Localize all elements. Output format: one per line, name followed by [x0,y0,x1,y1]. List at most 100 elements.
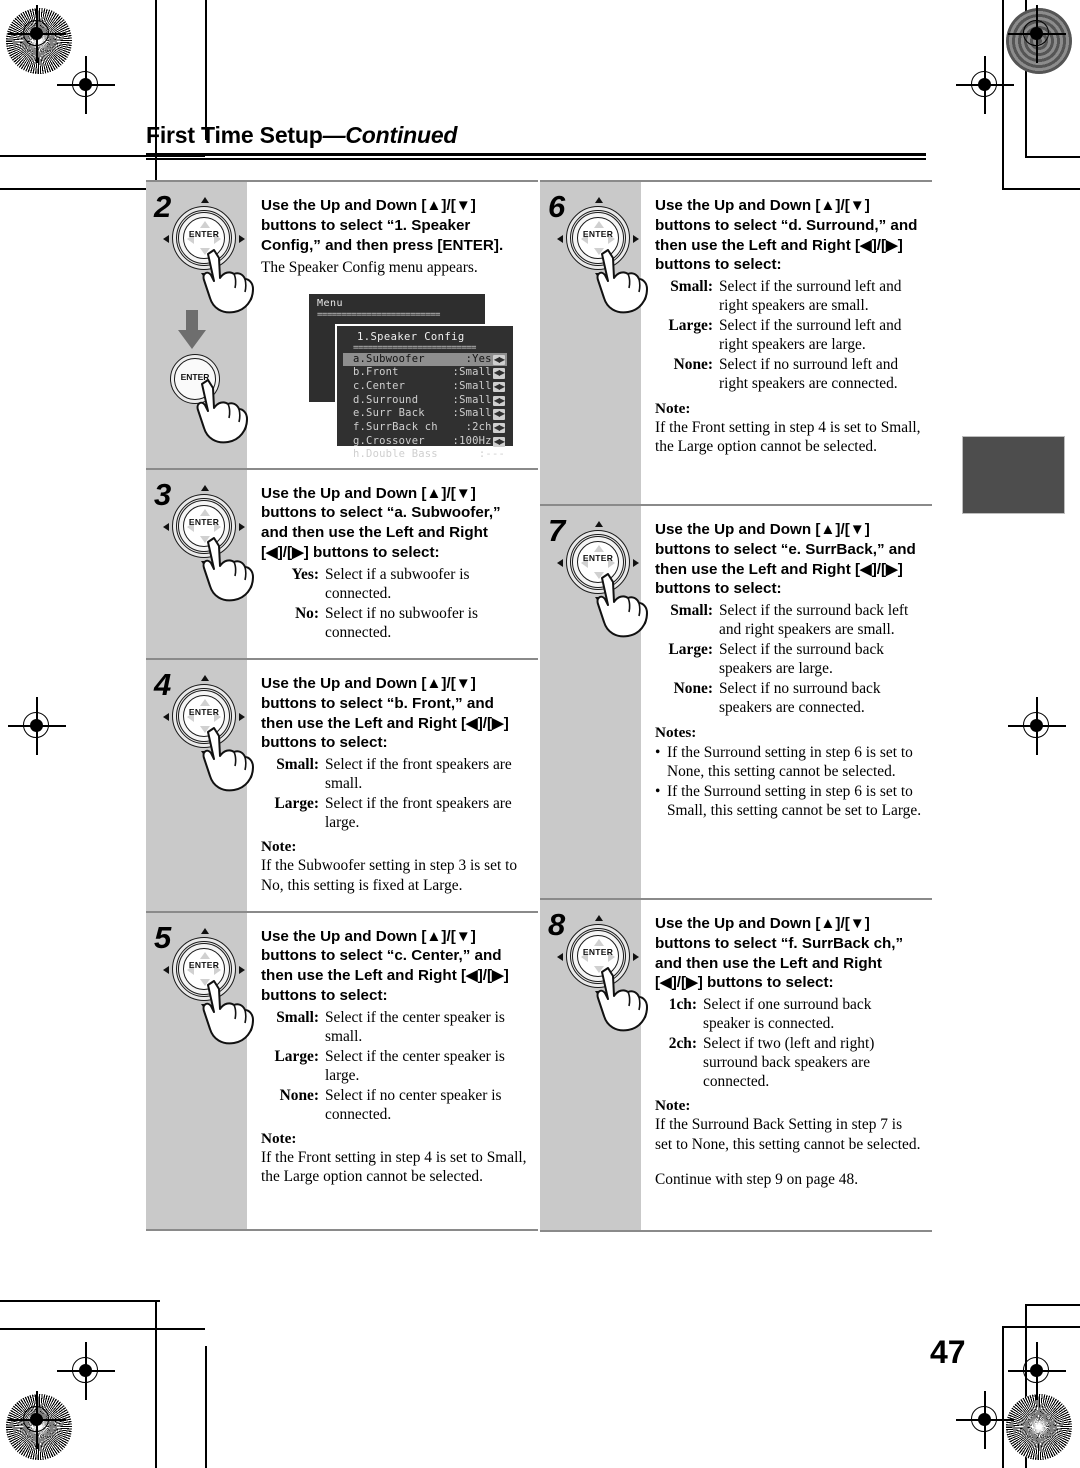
step-6: 6 ENTER Use the Up and Down [▲]/[▼] butt… [540,180,932,504]
step-4-note-heading: Note: [261,838,297,856]
dial-left-tick-icon [163,235,169,243]
dial-enter-label: ENTER [188,516,220,527]
osd-left-right-indicator-icon: ◀▶ [492,381,505,393]
header-rule-thick [146,153,926,156]
step-7-gutter: 7 ENTER [540,506,648,898]
dial-up-tick-icon [595,197,603,203]
option-description: Select if no center speaker is connected… [325,1086,502,1124]
option-row: None: Select if no surround back speakers… [655,679,922,717]
bullet-mark: • [655,782,661,800]
dial-left-tick-icon [163,713,169,722]
osd-setting-row[interactable]: b.Front:Small ◀▶ [343,366,507,380]
pointing-hand-icon [588,572,658,642]
osd-left-right-indicator-icon: ◀▶ [492,368,505,379]
dial-up-tick-icon [201,197,209,203]
continue-reference: Continue with step 9 on page 48. [655,1170,859,1188]
option-row: None: Select if no surround left and righ… [655,355,922,393]
option-description: Select if two (left and right) surround … [703,1035,875,1091]
dial-up-tick-icon [201,675,209,682]
step-5: 5 ENTER Use the Up and Down [▲]/[▼] butt… [146,910,538,1231]
osd-setting-row[interactable]: d.Surround :Small ◀▶ [343,394,507,408]
step-2-instruction: Use the Up and Down [▲]/[▼] buttons to s… [261,197,504,254]
osd-setting-row[interactable]: g.Crossover :100Hz ◀▶ [343,435,507,449]
step-5-gutter: 5 ENTER [146,912,254,1229]
osd-setting-row[interactable]: e.Surr Back:Small ◀▶ [343,407,507,421]
option-description: Select if the center speaker is small. [325,1008,505,1045]
step-3-options: Yes: Select if a subwoofer is connected. N… [261,565,528,642]
osd-settings-list: a.Subwoofer:Yes ◀▶ b.Front:Small ◀▶ c.Center… [343,352,507,462]
step-7-notes-list: • If the Surround setting in step 6 is se… [655,743,922,820]
step-3-gutter: 3 ENTER [146,469,254,659]
osd-setting-value: :100Hz ◀▶ [452,434,505,447]
osd-screenshot: Menu ========================= 1.Speaker… [307,288,515,460]
osd-setting-label: e.Surr Back [353,407,425,420]
step-6-body: Use the Up and Down [▲]/[▼] buttons to s… [641,182,932,504]
osd-setting-row[interactable]: a.Subwoofer:Yes ◀▶ [343,352,507,367]
page-title: First Time Setup—Continued [146,122,926,149]
option-key: Small: [276,756,319,774]
option-description: Select if the surround back speakers are… [719,641,884,678]
option-description: Select if the surround left and right sp… [719,278,902,315]
option-key: None: [673,356,713,374]
osd-setting-label: g.Crossover [353,434,425,447]
option-row: Small: Select if the front speakers are s… [261,755,528,793]
option-key: None: [279,1086,319,1104]
dial-up-tick-icon [595,915,603,921]
header-rule-thin [146,158,926,160]
osd-setting-value: :Small ◀▶ [452,393,505,406]
bullet-mark: • [655,743,661,761]
osd-setting-value: :Yes ◀▶ [465,352,505,366]
option-row: Large: Select if the surround back speake… [655,640,922,678]
osd-setting-value: :2ch ◀▶ [465,420,505,434]
step-4: 4 ENTER Use the Up and Down [▲]/[▼] butt… [146,658,538,911]
dial-right-tick-icon [633,559,639,567]
osd-setting-row[interactable]: h.Double Bass :--- [343,448,507,462]
step-7: 7 ENTER Use the Up and Down [▲]/[▼] butt… [540,504,932,898]
pointing-hand-icon [194,536,264,606]
option-row: Yes: Select if a subwoofer is connected. [261,565,528,603]
step-5-body: Use the Up and Down [▲]/[▼] buttons to s… [247,913,538,1229]
step-8-gutter: 8 ENTER [540,900,648,1230]
osd-speaker-config-separator: ========================= [353,342,476,353]
step-8-note-heading: Note: [655,1097,691,1115]
option-row: 1ch: Select if one surround back speaker … [655,995,922,1033]
dial-left-tick-icon [557,953,563,961]
osd-left-right-indicator-icon: ◀▶ [492,409,505,420]
osd-setting-value: :--- [478,448,505,461]
option-key: Large: [668,317,713,335]
osd-setting-value: :Small ◀▶ [452,379,505,393]
pointing-hand-icon [194,726,264,796]
osd-setting-label: f.SurrBack ch [353,420,438,433]
step-2-subtext: The Speaker Config menu appears. [261,259,478,277]
osd-setting-label: b.Front [353,366,399,379]
option-row: Large: Select if the front speakers are l… [261,794,528,832]
osd-menu-separator: ========================= [317,309,440,320]
option-row: Large: Select if the surround left and ri… [655,316,922,354]
pointing-hand-icon [588,966,658,1036]
dial-left-tick-icon [557,235,563,243]
step-7-instruction: Use the Up and Down [▲]/[▼] buttons to s… [655,521,916,598]
step-5-options: Small: Select if the center speaker is sm… [261,1008,528,1125]
step-7-body: Use the Up and Down [▲]/[▼] buttons to s… [641,506,932,898]
osd-left-right-indicator-icon: ◀▶ [492,436,505,447]
option-row: None: Select if no center speaker is conn… [261,1086,528,1124]
dial-up-tick-icon [201,927,209,934]
note-bullet-text: If the Surround setting in step 6 is set… [667,743,913,780]
step-3-body: Use the Up and Down [▲]/[▼] buttons to s… [247,470,538,658]
osd-setting-label: d.Surround [353,393,419,406]
pointing-hand-icon [194,248,264,318]
osd-setting-label: h.Double Bass [353,448,438,461]
option-description: Select if no surround left and right spe… [719,356,899,393]
osd-left-right-indicator-icon: ◀▶ [492,422,505,434]
step-7-notes-heading: Notes: [655,723,697,741]
step-3-instruction: Use the Up and Down [▲]/[▼] buttons to s… [261,484,501,561]
option-key: Large: [274,1047,319,1065]
osd-setting-row[interactable]: f.SurrBack ch :2ch ◀▶ [343,421,507,435]
dial-right-tick-icon [633,953,639,961]
step-4-body: Use the Up and Down [▲]/[▼] buttons to s… [247,660,538,911]
dial-enter-label: ENTER [188,229,220,239]
dial-enter-label: ENTER [188,707,220,718]
dial-left-tick-icon [557,559,563,567]
osd-setting-row[interactable]: c.Center:Small ◀▶ [343,380,507,394]
dial-right-tick-icon [239,713,245,722]
